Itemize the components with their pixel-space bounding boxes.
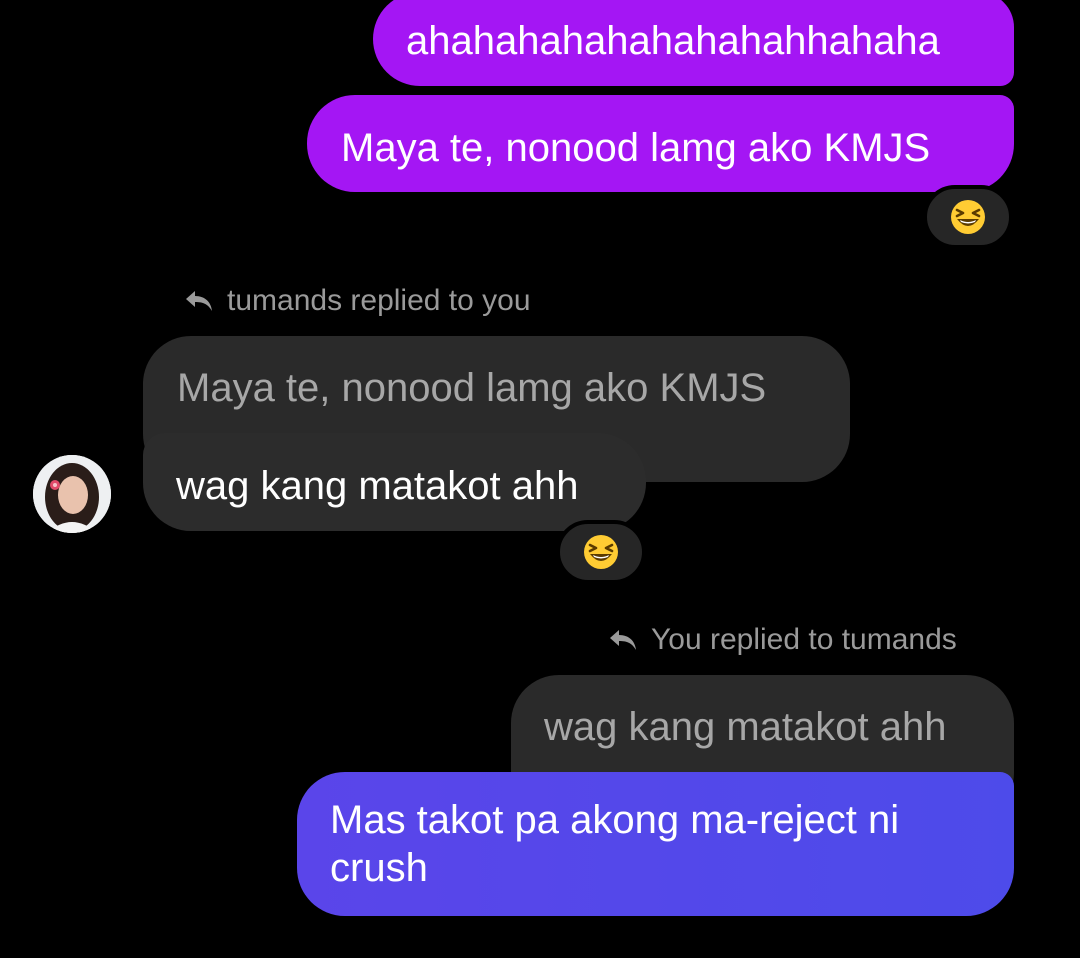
profile-photo-icon <box>33 455 111 533</box>
reply-arrow-icon <box>610 630 636 650</box>
laughing-squint-emoji-icon <box>584 535 618 569</box>
message-text-line: crush <box>330 846 428 890</box>
avatar[interactable] <box>33 455 111 533</box>
laughing-squint-emoji-icon <box>951 200 985 234</box>
message-text: wag kang matakot ahh <box>176 464 579 508</box>
chat-thread: ahahahahahahahahahhahaha Maya te, nonood… <box>0 0 1080 958</box>
quoted-text: wag kang matakot ahh <box>544 705 947 749</box>
message-text: Maya te, nonood lamg ako KMJS <box>341 126 931 170</box>
reply-arrow-icon <box>186 291 212 311</box>
my-message-bubble[interactable]: Mas takot pa akong ma-reject ni crush <box>297 772 1014 916</box>
message-text: ahahahahahahahahahhahaha <box>406 19 940 63</box>
message-reaction[interactable] <box>556 520 646 584</box>
my-message-bubble[interactable]: ahahahahahahahahahhahaha <box>373 0 1014 86</box>
quoted-text: Maya te, nonood lamg ako KMJS <box>177 366 767 410</box>
reply-header-text: tumands replied to you <box>227 284 531 317</box>
reply-context-header: You replied to tumands <box>607 622 957 658</box>
message-text-line: Mas takot pa akong ma-reject ni <box>330 798 900 842</box>
reply-header-text: You replied to tumands <box>651 623 957 656</box>
message-reaction[interactable] <box>923 185 1013 249</box>
their-message-bubble[interactable]: wag kang matakot ahh <box>143 433 646 531</box>
my-message-bubble[interactable]: Maya te, nonood lamg ako KMJS <box>307 95 1014 192</box>
reply-context-header: tumands replied to you <box>183 283 531 319</box>
